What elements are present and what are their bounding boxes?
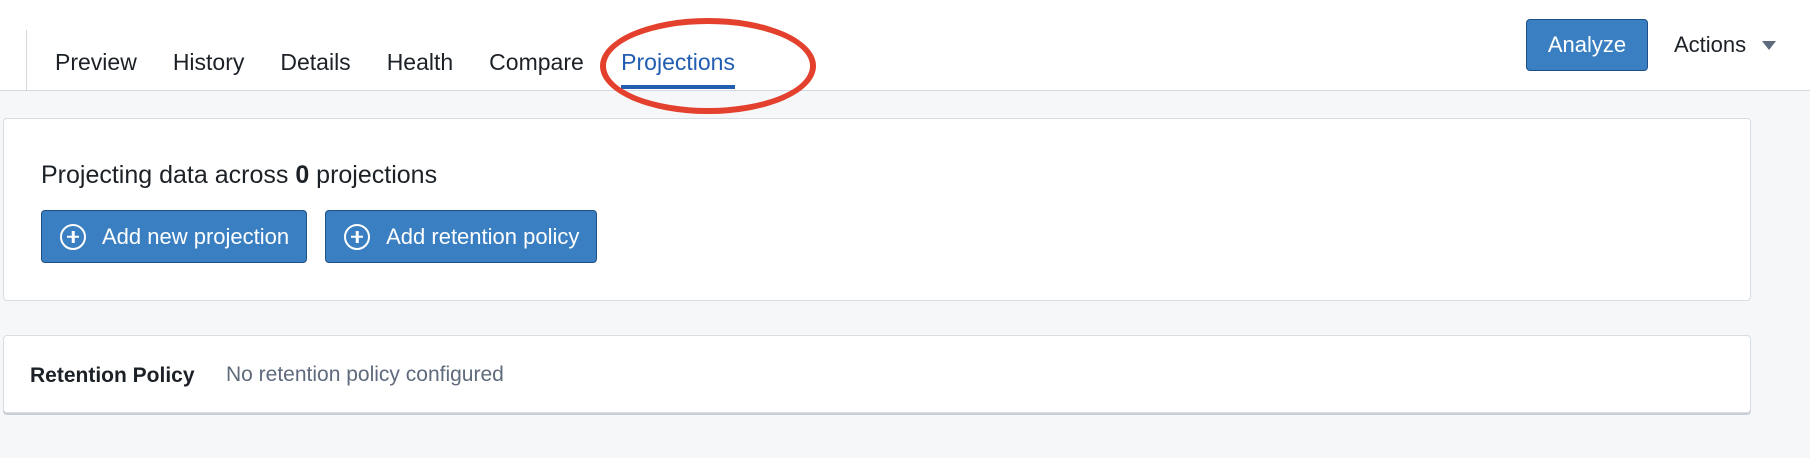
summary-prefix: Projecting data across [41, 161, 289, 189]
top-navigation-bar: Preview History Details Health Compare P… [0, 0, 1810, 114]
add-new-projection-button[interactable]: Add new projection [41, 210, 308, 263]
add-projection-label: Add new projection [102, 223, 290, 249]
tab-compare[interactable]: Compare [489, 0, 585, 91]
retention-policy-card: Retention Policy No retention policy con… [3, 335, 1751, 413]
tab-health[interactable]: Health [387, 0, 453, 91]
add-retention-label: Add retention policy [386, 223, 580, 249]
add-retention-policy-button[interactable]: Add retention policy [325, 210, 598, 263]
tab-details[interactable]: Details [280, 0, 350, 91]
summary-suffix: projections [316, 161, 438, 189]
plus-circle-icon [60, 223, 86, 250]
plus-circle-icon [344, 223, 371, 250]
retention-policy-label: Retention Policy [30, 364, 195, 387]
projection-actions: Add new projection Add retention policy [41, 210, 615, 263]
analyze-button[interactable]: Analyze [1526, 19, 1648, 71]
projections-summary: Projecting data across 0 projections [41, 161, 437, 190]
tab-preview[interactable]: Preview [55, 0, 137, 91]
nav-divider [26, 30, 27, 90]
caret-down-icon [1762, 40, 1777, 50]
projection-count: 0 [295, 161, 310, 189]
tab-projections[interactable]: Projections [621, 0, 735, 91]
tab-list: Preview History Details Health Compare P… [55, 0, 771, 91]
tab-history[interactable]: History [173, 0, 245, 91]
projections-card: Projecting data across 0 projections Add… [3, 118, 1751, 301]
actions-label: Actions [1674, 32, 1747, 57]
actions-menu-button[interactable]: Actions [1674, 19, 1800, 71]
retention-policy-value: No retention policy configured [226, 363, 504, 386]
